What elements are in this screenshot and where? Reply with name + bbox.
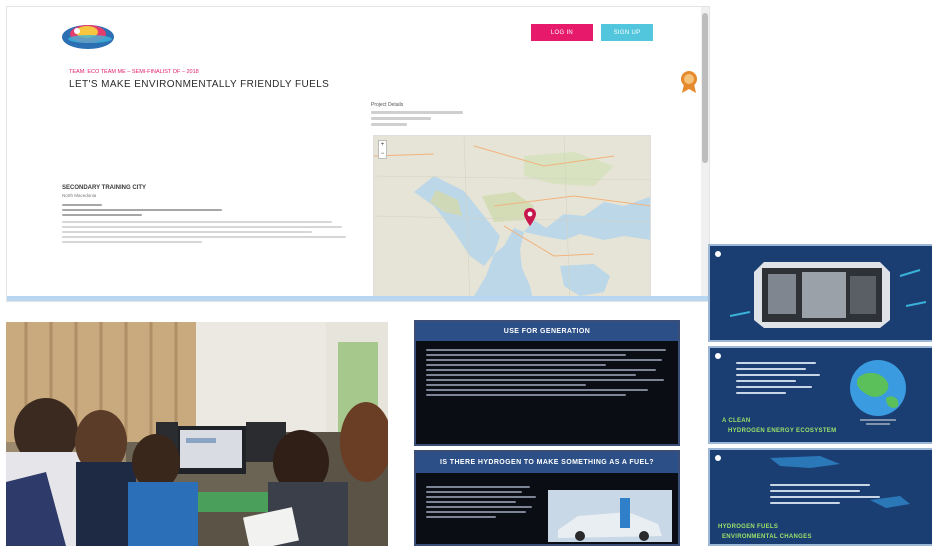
text-line xyxy=(736,374,820,376)
slide-hydrogen-fuel: IS THERE HYDROGEN TO MAKE SOMETHING AS A… xyxy=(414,450,680,546)
classroom-photo xyxy=(6,322,388,546)
deck2-caption-1: A CLEAN xyxy=(722,418,751,424)
bullet-line xyxy=(426,486,530,488)
website-screenshot: LOG IN SIGN UP TEAM: ECO TEAM ME – SEMI-… xyxy=(6,6,710,302)
bullet-line xyxy=(426,369,656,371)
slide-uses: USE FOR GENERATION xyxy=(414,320,680,446)
text-line xyxy=(736,380,796,382)
project-details-label: Project Details xyxy=(371,102,404,108)
text-line xyxy=(62,221,332,223)
text-line xyxy=(736,392,786,394)
text-line xyxy=(371,117,431,120)
bullet-line xyxy=(426,374,636,376)
scroll-thumb[interactable] xyxy=(702,13,708,163)
deck-slide-2: A CLEAN HYDROGEN ENERGY ECOSYSTEM xyxy=(708,346,932,444)
text-line xyxy=(62,204,102,206)
text-line xyxy=(736,362,816,364)
school-location: North Macedonia xyxy=(62,193,97,198)
text-line xyxy=(62,231,312,233)
project-details: Project Details xyxy=(371,102,501,126)
bullet-line xyxy=(426,491,522,493)
bullet-line xyxy=(426,379,664,381)
text-line xyxy=(736,368,806,370)
bullet-line xyxy=(426,389,648,391)
car-image xyxy=(548,490,672,542)
register-button[interactable]: SIGN UP xyxy=(601,24,653,41)
page-title: LET'S MAKE ENVIRONMENTALLY FRIENDLY FUEL… xyxy=(69,79,330,90)
slide-b-title: IS THERE HYDROGEN TO MAKE SOMETHING AS A… xyxy=(416,452,678,473)
deck-slide-3: HYDROGEN FUELS ENVIRONMENTAL CHANGES xyxy=(708,448,932,546)
text-line xyxy=(62,226,342,228)
deck3-caption-1: HYDROGEN FUELS xyxy=(718,524,779,530)
text-line xyxy=(736,386,812,388)
login-button[interactable]: LOG IN xyxy=(531,24,593,41)
text-line xyxy=(62,236,346,238)
text-line xyxy=(371,123,407,126)
location-map[interactable]: + − xyxy=(373,135,651,301)
bullet-line xyxy=(426,384,586,386)
award-badge-icon xyxy=(681,71,697,93)
bullet-line xyxy=(426,364,606,366)
bullet-line xyxy=(426,349,666,351)
bullet-line xyxy=(426,511,526,513)
deck-slide-1 xyxy=(708,244,932,342)
bullet-line xyxy=(426,394,626,396)
text-line xyxy=(62,214,142,216)
hero-kicker: TEAM: ECO TEAM ME – SEMI-FINALIST OF – 2… xyxy=(69,69,199,75)
bullet-line xyxy=(426,506,532,508)
slide-a-bullets xyxy=(416,341,678,407)
bullet-line xyxy=(426,359,662,361)
map-zoom-control[interactable]: + − xyxy=(378,140,387,159)
page-bottom-strip xyxy=(7,296,709,301)
bullet-line xyxy=(426,354,626,356)
bullet-line xyxy=(426,516,496,518)
collage: LOG IN SIGN UP TEAM: ECO TEAM ME – SEMI-… xyxy=(0,0,932,548)
text-line xyxy=(770,484,870,486)
text-line xyxy=(62,241,202,243)
bullet-line xyxy=(426,496,536,498)
text-line xyxy=(770,490,860,492)
deck3-caption-2: ENVIRONMENTAL CHANGES xyxy=(722,534,812,540)
text-line xyxy=(62,209,222,211)
text-line xyxy=(371,111,463,114)
text-line xyxy=(770,502,840,504)
school-name: SECONDARY TRAINING CITY xyxy=(62,185,147,191)
map-tiles xyxy=(374,136,650,301)
map-pin-icon[interactable] xyxy=(524,208,536,226)
site-logo xyxy=(62,25,114,49)
slide-a-title: USE FOR GENERATION xyxy=(416,322,678,341)
text-line xyxy=(770,496,880,498)
bullet-line xyxy=(426,501,516,503)
slide-b-text xyxy=(426,486,538,521)
school-info: SECONDARY TRAINING CITY North Macedonia xyxy=(62,185,352,243)
deck2-caption-2: HYDROGEN ENERGY ECOSYSTEM xyxy=(728,428,837,434)
